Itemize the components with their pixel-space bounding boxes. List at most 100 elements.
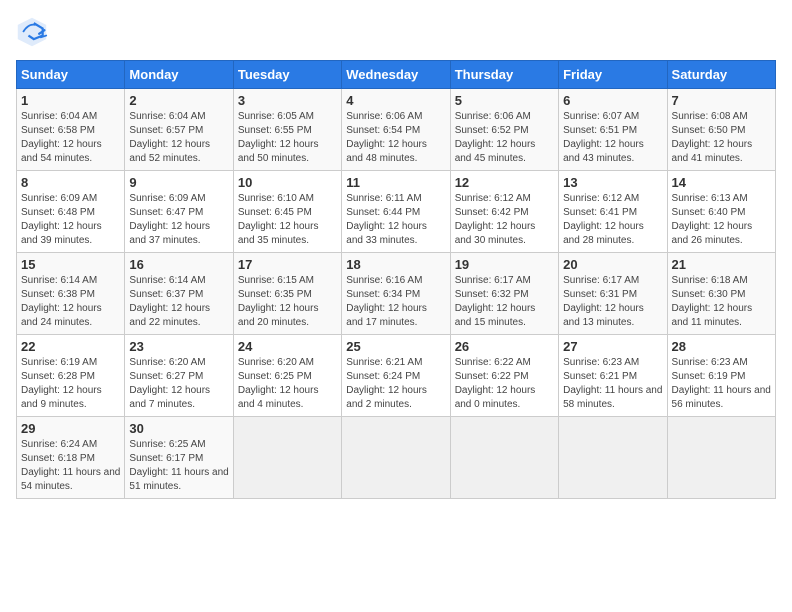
day-info: Sunrise: 6:05 AMSunset: 6:55 PMDaylight:…: [238, 110, 337, 166]
calendar-cell: 25 Sunrise: 6:21 AMSunset: 6:24 PMDaylig…: [342, 335, 450, 417]
day-number: 5: [455, 93, 554, 108]
day-info: Sunrise: 6:07 AMSunset: 6:51 PMDaylight:…: [563, 110, 662, 166]
calendar-cell: [667, 417, 775, 499]
calendar-cell: 14 Sunrise: 6:13 AMSunset: 6:40 PMDaylig…: [667, 171, 775, 253]
page-header: [16, 16, 776, 48]
day-number: 25: [346, 339, 445, 354]
calendar-cell: 3 Sunrise: 6:05 AMSunset: 6:55 PMDayligh…: [233, 89, 341, 171]
day-header: Friday: [559, 61, 667, 89]
day-info: Sunrise: 6:12 AMSunset: 6:42 PMDaylight:…: [455, 192, 554, 248]
day-info: Sunrise: 6:14 AMSunset: 6:38 PMDaylight:…: [21, 274, 120, 330]
calendar-cell: 21 Sunrise: 6:18 AMSunset: 6:30 PMDaylig…: [667, 253, 775, 335]
calendar-cell: 4 Sunrise: 6:06 AMSunset: 6:54 PMDayligh…: [342, 89, 450, 171]
day-info: Sunrise: 6:06 AMSunset: 6:52 PMDaylight:…: [455, 110, 554, 166]
calendar-cell: 29 Sunrise: 6:24 AMSunset: 6:18 PMDaylig…: [17, 417, 125, 499]
day-info: Sunrise: 6:15 AMSunset: 6:35 PMDaylight:…: [238, 274, 337, 330]
day-info: Sunrise: 6:14 AMSunset: 6:37 PMDaylight:…: [129, 274, 228, 330]
day-info: Sunrise: 6:21 AMSunset: 6:24 PMDaylight:…: [346, 356, 445, 412]
calendar-cell: 1 Sunrise: 6:04 AMSunset: 6:58 PMDayligh…: [17, 89, 125, 171]
day-info: Sunrise: 6:22 AMSunset: 6:22 PMDaylight:…: [455, 356, 554, 412]
day-number: 23: [129, 339, 228, 354]
day-number: 22: [21, 339, 120, 354]
calendar-cell: 27 Sunrise: 6:23 AMSunset: 6:21 PMDaylig…: [559, 335, 667, 417]
calendar-cell: [342, 417, 450, 499]
calendar-cell: 8 Sunrise: 6:09 AMSunset: 6:48 PMDayligh…: [17, 171, 125, 253]
day-number: 24: [238, 339, 337, 354]
calendar-cell: 23 Sunrise: 6:20 AMSunset: 6:27 PMDaylig…: [125, 335, 233, 417]
day-info: Sunrise: 6:13 AMSunset: 6:40 PMDaylight:…: [672, 192, 771, 248]
calendar-cell: 17 Sunrise: 6:15 AMSunset: 6:35 PMDaylig…: [233, 253, 341, 335]
day-number: 17: [238, 257, 337, 272]
day-number: 11: [346, 175, 445, 190]
day-info: Sunrise: 6:12 AMSunset: 6:41 PMDaylight:…: [563, 192, 662, 248]
day-header: Thursday: [450, 61, 558, 89]
calendar-cell: 12 Sunrise: 6:12 AMSunset: 6:42 PMDaylig…: [450, 171, 558, 253]
calendar-cell: 6 Sunrise: 6:07 AMSunset: 6:51 PMDayligh…: [559, 89, 667, 171]
day-number: 29: [21, 421, 120, 436]
day-number: 1: [21, 93, 120, 108]
day-number: 6: [563, 93, 662, 108]
day-number: 14: [672, 175, 771, 190]
calendar-week: 1 Sunrise: 6:04 AMSunset: 6:58 PMDayligh…: [17, 89, 776, 171]
day-info: Sunrise: 6:04 AMSunset: 6:58 PMDaylight:…: [21, 110, 120, 166]
calendar-week: 22 Sunrise: 6:19 AMSunset: 6:28 PMDaylig…: [17, 335, 776, 417]
day-number: 10: [238, 175, 337, 190]
day-info: Sunrise: 6:25 AMSunset: 6:17 PMDaylight:…: [129, 438, 228, 494]
day-number: 18: [346, 257, 445, 272]
day-number: 21: [672, 257, 771, 272]
day-info: Sunrise: 6:06 AMSunset: 6:54 PMDaylight:…: [346, 110, 445, 166]
calendar-week: 8 Sunrise: 6:09 AMSunset: 6:48 PMDayligh…: [17, 171, 776, 253]
day-number: 2: [129, 93, 228, 108]
day-info: Sunrise: 6:09 AMSunset: 6:48 PMDaylight:…: [21, 192, 120, 248]
logo: [16, 16, 52, 48]
day-number: 8: [21, 175, 120, 190]
calendar-cell: 10 Sunrise: 6:10 AMSunset: 6:45 PMDaylig…: [233, 171, 341, 253]
day-number: 3: [238, 93, 337, 108]
day-info: Sunrise: 6:23 AMSunset: 6:19 PMDaylight:…: [672, 356, 771, 412]
calendar-cell: 24 Sunrise: 6:20 AMSunset: 6:25 PMDaylig…: [233, 335, 341, 417]
logo-icon: [16, 16, 48, 48]
day-number: 30: [129, 421, 228, 436]
day-number: 28: [672, 339, 771, 354]
calendar-cell: [559, 417, 667, 499]
calendar-cell: [233, 417, 341, 499]
header-row: SundayMondayTuesdayWednesdayThursdayFrid…: [17, 61, 776, 89]
calendar-cell: 22 Sunrise: 6:19 AMSunset: 6:28 PMDaylig…: [17, 335, 125, 417]
day-header: Wednesday: [342, 61, 450, 89]
day-number: 13: [563, 175, 662, 190]
calendar-cell: 7 Sunrise: 6:08 AMSunset: 6:50 PMDayligh…: [667, 89, 775, 171]
day-number: 16: [129, 257, 228, 272]
day-info: Sunrise: 6:17 AMSunset: 6:32 PMDaylight:…: [455, 274, 554, 330]
day-info: Sunrise: 6:24 AMSunset: 6:18 PMDaylight:…: [21, 438, 120, 494]
day-info: Sunrise: 6:16 AMSunset: 6:34 PMDaylight:…: [346, 274, 445, 330]
calendar-cell: 2 Sunrise: 6:04 AMSunset: 6:57 PMDayligh…: [125, 89, 233, 171]
calendar-cell: 9 Sunrise: 6:09 AMSunset: 6:47 PMDayligh…: [125, 171, 233, 253]
day-info: Sunrise: 6:04 AMSunset: 6:57 PMDaylight:…: [129, 110, 228, 166]
calendar-cell: 26 Sunrise: 6:22 AMSunset: 6:22 PMDaylig…: [450, 335, 558, 417]
day-info: Sunrise: 6:20 AMSunset: 6:25 PMDaylight:…: [238, 356, 337, 412]
day-info: Sunrise: 6:18 AMSunset: 6:30 PMDaylight:…: [672, 274, 771, 330]
day-number: 20: [563, 257, 662, 272]
calendar-cell: 15 Sunrise: 6:14 AMSunset: 6:38 PMDaylig…: [17, 253, 125, 335]
day-info: Sunrise: 6:19 AMSunset: 6:28 PMDaylight:…: [21, 356, 120, 412]
calendar-cell: 20 Sunrise: 6:17 AMSunset: 6:31 PMDaylig…: [559, 253, 667, 335]
day-number: 27: [563, 339, 662, 354]
day-number: 4: [346, 93, 445, 108]
day-info: Sunrise: 6:17 AMSunset: 6:31 PMDaylight:…: [563, 274, 662, 330]
day-info: Sunrise: 6:23 AMSunset: 6:21 PMDaylight:…: [563, 356, 662, 412]
day-header: Monday: [125, 61, 233, 89]
day-header: Tuesday: [233, 61, 341, 89]
calendar-cell: 5 Sunrise: 6:06 AMSunset: 6:52 PMDayligh…: [450, 89, 558, 171]
calendar-cell: 11 Sunrise: 6:11 AMSunset: 6:44 PMDaylig…: [342, 171, 450, 253]
day-number: 26: [455, 339, 554, 354]
day-info: Sunrise: 6:10 AMSunset: 6:45 PMDaylight:…: [238, 192, 337, 248]
calendar-cell: 30 Sunrise: 6:25 AMSunset: 6:17 PMDaylig…: [125, 417, 233, 499]
day-number: 15: [21, 257, 120, 272]
calendar-table: SundayMondayTuesdayWednesdayThursdayFrid…: [16, 60, 776, 499]
day-number: 12: [455, 175, 554, 190]
day-header: Sunday: [17, 61, 125, 89]
calendar-week: 15 Sunrise: 6:14 AMSunset: 6:38 PMDaylig…: [17, 253, 776, 335]
day-number: 7: [672, 93, 771, 108]
day-info: Sunrise: 6:20 AMSunset: 6:27 PMDaylight:…: [129, 356, 228, 412]
calendar-cell: 28 Sunrise: 6:23 AMSunset: 6:19 PMDaylig…: [667, 335, 775, 417]
